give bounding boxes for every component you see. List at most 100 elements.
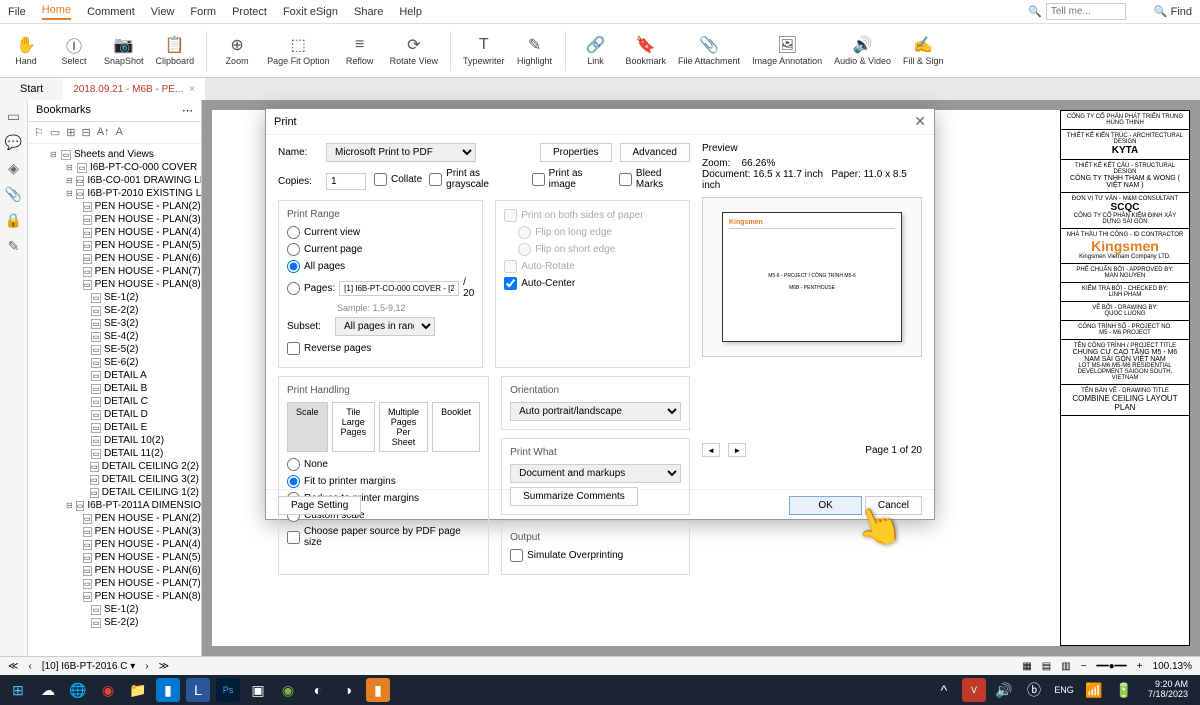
view-mode2-icon[interactable]: ▤ (1042, 661, 1051, 672)
overprint-checkbox[interactable] (510, 549, 523, 562)
bookmark-node[interactable]: ▭PEN HOUSE - PLAN(3) (30, 213, 199, 226)
bookmark-node[interactable]: ▭PEN HOUSE - PLAN(2) (30, 200, 199, 213)
security-panel-icon[interactable]: 🔒 (6, 212, 22, 228)
signatures-panel-icon[interactable]: ✎ (6, 238, 22, 254)
properties-button[interactable]: Properties (540, 143, 612, 162)
multiple-tab[interactable]: Multiple Pages Per Sheet (379, 402, 428, 452)
edge-icon[interactable]: 🌐 (66, 678, 90, 702)
attachments-panel-icon[interactable]: 📎 (6, 186, 22, 202)
scale-tab[interactable]: Scale (287, 402, 328, 452)
bookmark-node[interactable]: ⊟▭I6B-PT-2011A DIMENSION LAYO (30, 499, 199, 512)
highlight-tool[interactable]: ✎Highlight (517, 35, 553, 66)
tell-me-search[interactable]: 🔍 (1028, 3, 1126, 20)
pages-radio[interactable] (287, 282, 300, 295)
next-page-icon[interactable]: › (145, 661, 148, 672)
battery-icon[interactable]: 🔋 (1112, 678, 1136, 702)
last-page-icon[interactable]: ≫ (159, 661, 169, 672)
copies-input[interactable] (326, 173, 366, 190)
bookmark-node[interactable]: ▭PEN HOUSE - PLAN(8) (30, 590, 199, 603)
bookmark-node[interactable]: ▭DETAIL CEILING 3(2) (30, 473, 199, 486)
audio-tool[interactable]: 🔊Audio & Video (834, 35, 891, 66)
advanced-button[interactable]: Advanced (620, 143, 690, 162)
weather-widget[interactable]: ☁ (36, 678, 60, 702)
bookmark-node[interactable]: ▭SE-1(2) (30, 291, 199, 304)
menu-file[interactable]: File (8, 6, 26, 18)
bookmark-node[interactable]: ⊟▭I6B-PT-CO-000 COVER (30, 161, 199, 174)
panel-menu-icon[interactable]: ⋯ (182, 104, 193, 117)
bookmark-node[interactable]: ▭DETAIL 10(2) (30, 434, 199, 447)
current-view-radio[interactable] (287, 226, 300, 239)
bookmark-node[interactable]: ▭PEN HOUSE - PLAN(3) (30, 525, 199, 538)
attachment-tool[interactable]: 📎File Attachment (678, 35, 740, 66)
tray-bluetooth-icon[interactable]: ⓑ (1022, 678, 1046, 702)
pages-panel-icon[interactable]: ▭ (6, 108, 22, 124)
bm-expand-icon[interactable]: ⊞ (66, 126, 75, 139)
bookmarks-tree[interactable]: ⊟▭Sheets and Views⊟▭I6B-PT-CO-000 COVER⊟… (28, 144, 201, 656)
orientation-select[interactable]: Auto portrait/landscape (510, 402, 681, 421)
reverse-checkbox[interactable] (287, 342, 300, 355)
bm-font2-icon[interactable]: A (116, 126, 123, 139)
bookmark-node[interactable]: ▭DETAIL CEILING 2(2) (30, 460, 199, 473)
prev-page-button[interactable]: ◄ (702, 443, 720, 457)
app3-icon[interactable]: ▣ (246, 678, 270, 702)
bookmark-node[interactable]: ▭DETAIL D (30, 408, 199, 421)
page-indicator[interactable]: [10] I6B-PT-2016 C ▾ (42, 661, 135, 672)
find-icon[interactable]: 🔍 Find (1154, 5, 1192, 18)
bookmark-node[interactable]: ⊟▭Sheets and Views (30, 148, 199, 161)
tray-volume-icon[interactable]: 🔊 (992, 678, 1016, 702)
bookmark-node[interactable]: ▭PEN HOUSE - PLAN(5) (30, 239, 199, 252)
ok-button[interactable]: OK (789, 496, 861, 515)
bookmark-node[interactable]: ▭PEN HOUSE - PLAN(4) (30, 538, 199, 551)
bookmark-node[interactable]: ▭SE-2(2) (30, 304, 199, 317)
menu-esign[interactable]: Foxit eSign (283, 6, 338, 18)
subset-select[interactable]: All pages in range (335, 317, 435, 336)
close-tab-icon[interactable]: × (189, 84, 195, 95)
print-what-select[interactable]: Document and markups (510, 464, 681, 483)
bookmark-node[interactable]: ⊟▭I6B-PT-2010 EXISTING LAYOUT F (30, 187, 199, 200)
bookmark-node[interactable]: ▭DETAIL CEILING 1(2) (30, 486, 199, 499)
link-tool[interactable]: 🔗Link (578, 35, 614, 66)
view-mode-icon[interactable]: ▦ (1022, 661, 1031, 672)
start-tab[interactable]: Start (0, 78, 63, 100)
hand-tool[interactable]: ✋Hand (8, 35, 44, 66)
snapshot-tool[interactable]: 📷SnapShot (104, 35, 144, 66)
bookmark-node[interactable]: ▭SE-3(2) (30, 317, 199, 330)
menu-share[interactable]: Share (354, 6, 383, 18)
close-icon[interactable]: ✕ (914, 113, 926, 130)
first-page-icon[interactable]: ≪ (8, 661, 18, 672)
view-mode3-icon[interactable]: ▥ (1061, 661, 1070, 672)
zoom-out-icon[interactable]: − (1081, 661, 1087, 672)
menu-protect[interactable]: Protect (232, 6, 267, 18)
next-page-button[interactable]: ► (728, 443, 746, 457)
app2-icon[interactable]: L (186, 678, 210, 702)
tray-app-icon[interactable]: V (962, 678, 986, 702)
none-radio[interactable] (287, 458, 300, 471)
search-input[interactable] (1046, 3, 1126, 20)
bookmark-node[interactable]: ▭PEN HOUSE - PLAN(7) (30, 265, 199, 278)
photoshop-icon[interactable]: Ps (216, 678, 240, 702)
prev-page-icon[interactable]: ‹ (28, 661, 31, 672)
paper-source-checkbox[interactable] (287, 531, 300, 544)
rotate-tool[interactable]: ⟳Rotate View (390, 35, 438, 66)
app6-icon[interactable]: ◑ (336, 678, 360, 702)
menu-home[interactable]: Home (42, 4, 71, 20)
current-page-radio[interactable] (287, 243, 300, 256)
asimage-checkbox[interactable] (532, 173, 545, 186)
tile-tab[interactable]: Tile Large Pages (332, 402, 376, 452)
start-button[interactable]: ⊞ (6, 678, 30, 702)
bleed-checkbox[interactable] (619, 173, 632, 186)
wifi-icon[interactable]: 📶 (1082, 678, 1106, 702)
zoom-slider[interactable]: ━━●━━ (1097, 661, 1127, 672)
collate-checkbox[interactable] (374, 173, 387, 186)
auto-center-checkbox[interactable] (504, 277, 517, 290)
clock[interactable]: 9:20 AM7/18/2023 (1142, 680, 1194, 700)
pagefit-tool[interactable]: ⬚Page Fit Option (267, 35, 330, 66)
bookmark-node[interactable]: ▭PEN HOUSE - PLAN(7) (30, 577, 199, 590)
bookmark-node[interactable]: ⊟▭I6B-CO-001 DRAWING LIST (30, 174, 199, 187)
language-indicator[interactable]: ENG (1052, 678, 1076, 702)
bm-font-icon[interactable]: A↑ (97, 126, 110, 139)
bookmark-node[interactable]: ▭SE-2(2) (30, 616, 199, 629)
bm-flag-icon[interactable]: ⚐ (34, 126, 44, 139)
bookmark-node[interactable]: ▭DETAIL C (30, 395, 199, 408)
page-setting-button[interactable]: Page Setting (278, 496, 361, 515)
